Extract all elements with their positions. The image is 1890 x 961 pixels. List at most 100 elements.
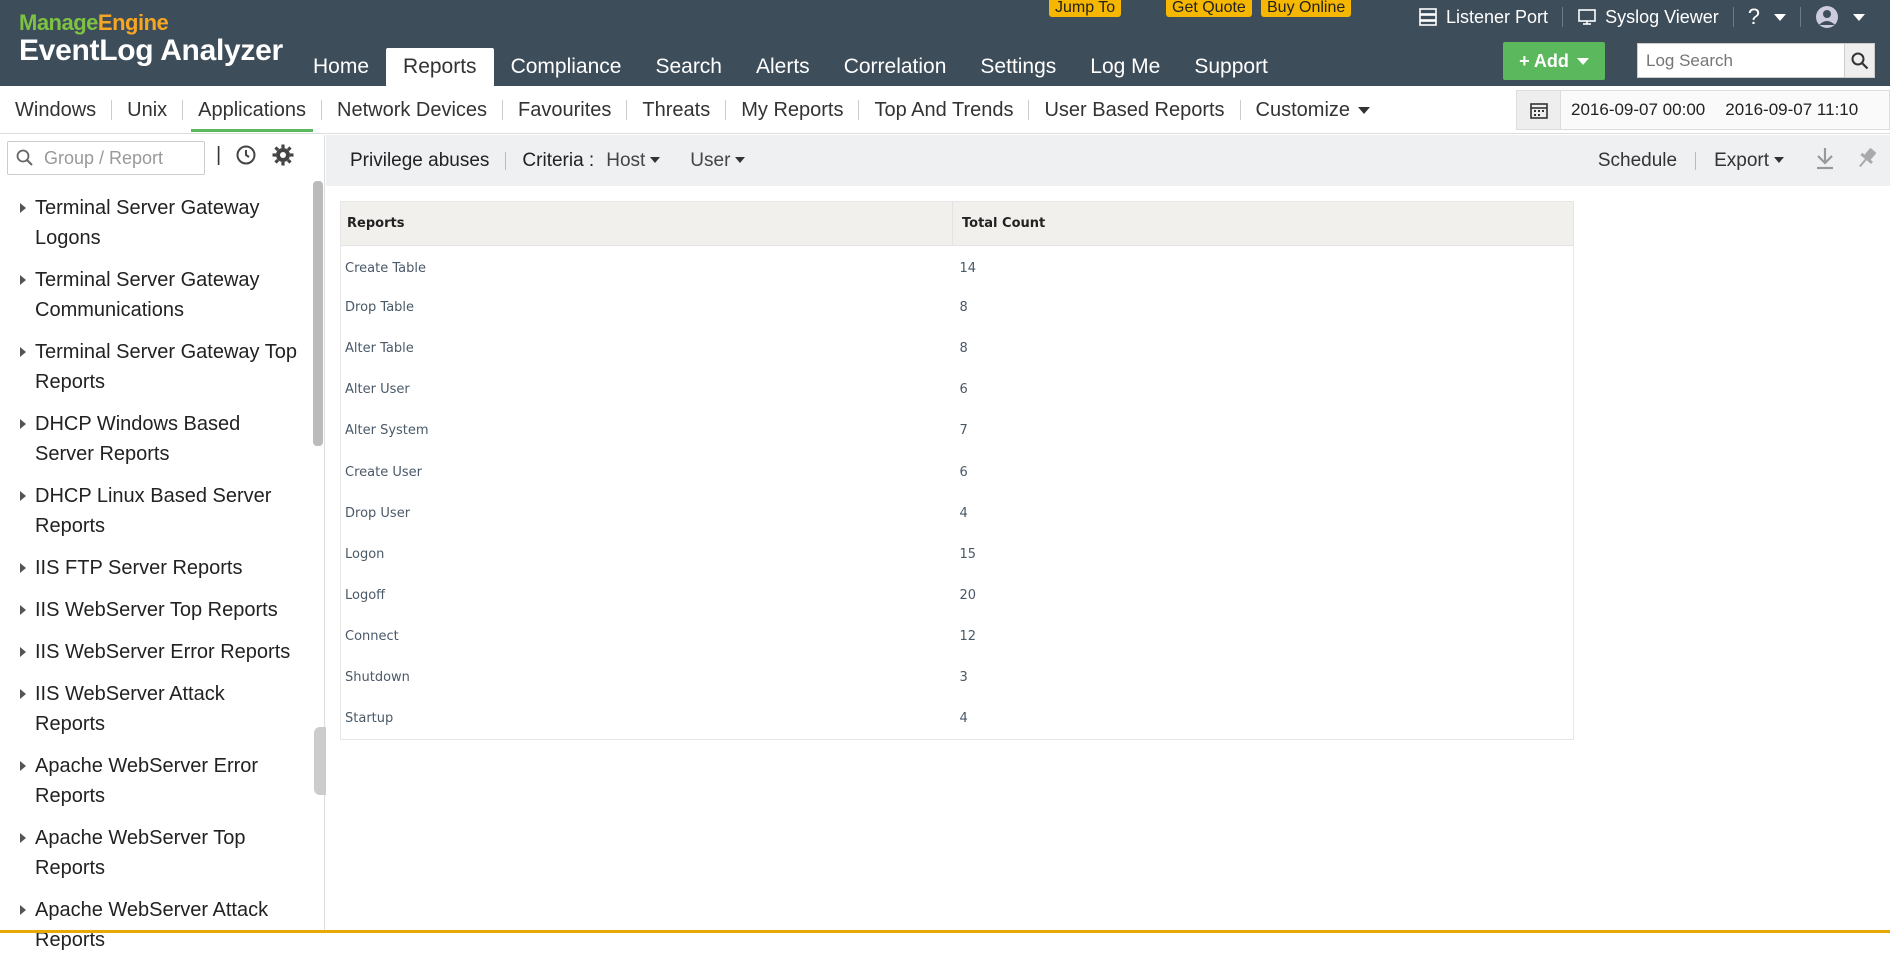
- total-count-cell[interactable]: 3: [953, 657, 1574, 698]
- report-name-cell[interactable]: Logoff: [341, 575, 953, 616]
- tab-applications[interactable]: Applications: [183, 86, 321, 134]
- app-logo[interactable]: ManageEngine EventLog Analyzer: [19, 10, 283, 68]
- tab-unix[interactable]: Unix: [112, 86, 182, 134]
- total-count-cell[interactable]: 12: [953, 616, 1574, 657]
- get-quote-link[interactable]: Get Quote: [1166, 0, 1252, 17]
- expand-arrow-icon[interactable]: [20, 491, 26, 501]
- tab-threats[interactable]: Threats: [627, 86, 725, 134]
- total-count-cell[interactable]: 7: [953, 410, 1574, 451]
- history-icon[interactable]: [235, 144, 257, 166]
- sidebar-scrollbar[interactable]: [313, 181, 323, 446]
- tab-windows[interactable]: Windows: [0, 86, 111, 134]
- report-name-cell[interactable]: Create Table: [341, 246, 953, 287]
- calendar-icon[interactable]: [1517, 91, 1561, 129]
- total-count-cell[interactable]: 4: [953, 493, 1574, 534]
- expand-arrow-icon[interactable]: [20, 833, 26, 843]
- expand-arrow-icon[interactable]: [20, 689, 26, 699]
- column-header-total-count[interactable]: Total Count: [952, 201, 1574, 246]
- sidebar-item[interactable]: IIS WebServer Attack Reports: [0, 673, 310, 745]
- table-row[interactable]: Create User 6: [341, 451, 1574, 492]
- sidebar-item[interactable]: DHCP Linux Based Server Reports: [0, 475, 310, 547]
- table-row[interactable]: Startup 4: [341, 699, 1574, 740]
- total-count-cell[interactable]: 6: [953, 451, 1574, 492]
- total-count-cell[interactable]: 8: [953, 328, 1574, 369]
- jump-to-button[interactable]: Jump To: [1049, 0, 1122, 17]
- date-range-picker[interactable]: 2016-09-07 00:00 2016-09-07 11:10: [1516, 90, 1890, 130]
- listener-port-link[interactable]: Listener Port: [1404, 7, 1562, 28]
- expand-arrow-icon[interactable]: [20, 203, 26, 213]
- user-dropdown[interactable]: User: [690, 150, 746, 172]
- sidebar-item[interactable]: IIS WebServer Error Reports: [0, 631, 310, 673]
- total-count-cell[interactable]: 4: [953, 699, 1574, 740]
- add-button[interactable]: + Add: [1503, 42, 1605, 80]
- main-nav-log-me[interactable]: Log Me: [1073, 48, 1177, 86]
- main-nav-alerts[interactable]: Alerts: [739, 48, 827, 86]
- table-row[interactable]: Logon 15: [341, 534, 1574, 575]
- main-nav-correlation[interactable]: Correlation: [827, 48, 964, 86]
- tab-top-and-trends[interactable]: Top And Trends: [859, 86, 1028, 134]
- tab-network-devices[interactable]: Network Devices: [322, 86, 502, 134]
- report-name-cell[interactable]: Alter User: [341, 369, 953, 410]
- total-count-cell[interactable]: 6: [953, 369, 1574, 410]
- total-count-cell[interactable]: 15: [953, 534, 1574, 575]
- table-row[interactable]: Alter User 6: [341, 369, 1574, 410]
- download-icon[interactable]: [1802, 146, 1848, 176]
- report-name-cell[interactable]: Shutdown: [341, 657, 953, 698]
- schedule-button[interactable]: Schedule: [1580, 150, 1695, 172]
- total-count-cell[interactable]: 14: [953, 246, 1574, 287]
- date-to[interactable]: 2016-09-07 11:10: [1715, 100, 1868, 120]
- table-row[interactable]: Logoff 20: [341, 575, 1574, 616]
- report-name-cell[interactable]: Logon: [341, 534, 953, 575]
- date-from[interactable]: 2016-09-07 00:00: [1561, 100, 1715, 120]
- report-name-cell[interactable]: Alter System: [341, 410, 953, 451]
- sidebar-item[interactable]: DHCP Windows Based Server Reports: [0, 403, 310, 475]
- syslog-viewer-link[interactable]: Syslog Viewer: [1563, 7, 1733, 28]
- total-count-cell[interactable]: 20: [953, 575, 1574, 616]
- sidebar-item[interactable]: Terminal Server Gateway Communications: [0, 259, 310, 331]
- host-dropdown[interactable]: Host: [606, 150, 661, 172]
- main-nav-settings[interactable]: Settings: [963, 48, 1073, 86]
- main-nav-compliance[interactable]: Compliance: [494, 48, 639, 86]
- sidebar-item[interactable]: Apache WebServer Error Reports: [0, 745, 310, 817]
- expand-arrow-icon[interactable]: [20, 419, 26, 429]
- sidebar-item[interactable]: IIS FTP Server Reports: [0, 547, 310, 589]
- report-name-cell[interactable]: Startup: [341, 699, 953, 740]
- expand-arrow-icon[interactable]: [20, 761, 26, 771]
- expand-arrow-icon[interactable]: [20, 647, 26, 657]
- help-menu[interactable]: ?: [1734, 4, 1800, 30]
- report-name-cell[interactable]: Create User: [341, 451, 953, 492]
- main-nav-support[interactable]: Support: [1177, 48, 1285, 86]
- expand-arrow-icon[interactable]: [20, 605, 26, 615]
- table-row[interactable]: Alter System 7: [341, 410, 1574, 451]
- table-row[interactable]: Drop User 4: [341, 493, 1574, 534]
- table-row[interactable]: Drop Table 8: [341, 287, 1574, 328]
- expand-arrow-icon[interactable]: [20, 905, 26, 915]
- report-name-cell[interactable]: Alter Table: [341, 328, 953, 369]
- tab-user-based-reports[interactable]: User Based Reports: [1029, 86, 1239, 134]
- expand-arrow-icon[interactable]: [20, 347, 26, 357]
- sidebar-collapse-handle[interactable]: [314, 727, 326, 795]
- table-row[interactable]: Create Table 14: [341, 246, 1574, 287]
- table-row[interactable]: Shutdown 3: [341, 657, 1574, 698]
- tab-my-reports[interactable]: My Reports: [726, 86, 858, 134]
- sidebar-item[interactable]: Terminal Server Gateway Logons: [0, 187, 310, 259]
- table-row[interactable]: Alter Table 8: [341, 328, 1574, 369]
- export-dropdown[interactable]: Export: [1696, 150, 1802, 172]
- tab-favourites[interactable]: Favourites: [503, 86, 626, 134]
- expand-arrow-icon[interactable]: [20, 275, 26, 285]
- log-search-input[interactable]: [1637, 43, 1845, 78]
- log-search-button[interactable]: [1844, 43, 1875, 78]
- pin-icon[interactable]: [1848, 146, 1890, 176]
- expand-arrow-icon[interactable]: [20, 563, 26, 573]
- report-name-cell[interactable]: Drop User: [341, 493, 953, 534]
- sidebar-item[interactable]: Apache WebServer Attack Reports: [0, 889, 310, 961]
- main-nav-reports[interactable]: Reports: [386, 48, 494, 86]
- report-name-cell[interactable]: Connect: [341, 616, 953, 657]
- total-count-cell[interactable]: 8: [953, 287, 1574, 328]
- sidebar-item[interactable]: IIS WebServer Top Reports: [0, 589, 310, 631]
- main-nav-home[interactable]: Home: [296, 48, 386, 86]
- user-menu[interactable]: [1801, 5, 1879, 29]
- sidebar-item[interactable]: Apache WebServer Top Reports: [0, 817, 310, 889]
- table-row[interactable]: Connect 12: [341, 616, 1574, 657]
- report-name-cell[interactable]: Drop Table: [341, 287, 953, 328]
